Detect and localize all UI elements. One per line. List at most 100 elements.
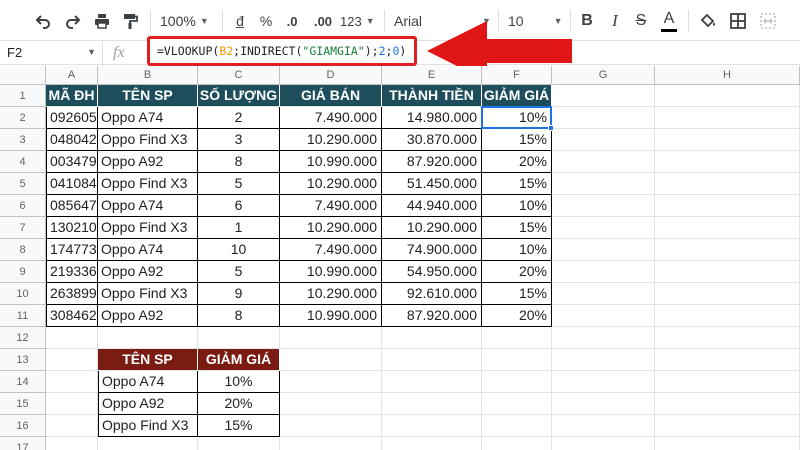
cell[interactable] (552, 393, 655, 415)
cell[interactable] (280, 327, 382, 349)
table-cell[interactable]: 30.870.000 (382, 129, 482, 151)
table-cell[interactable]: 10.290.000 (382, 217, 482, 239)
cell[interactable] (46, 415, 98, 437)
table-cell[interactable]: 003479 (46, 151, 98, 173)
cell[interactable] (552, 327, 655, 349)
cell[interactable] (655, 195, 800, 217)
cell[interactable] (382, 349, 482, 371)
cell[interactable] (482, 327, 552, 349)
cell[interactable] (46, 437, 98, 450)
row-header-1[interactable]: 1 (0, 85, 46, 107)
table-cell[interactable]: 130210 (46, 217, 98, 239)
table-cell[interactable]: 048042 (46, 129, 98, 151)
table-header-cell[interactable]: MÃ ĐH (46, 85, 98, 107)
cell[interactable] (482, 349, 552, 371)
table-cell[interactable]: 1 (198, 217, 280, 239)
cell[interactable] (552, 261, 655, 283)
table-cell[interactable]: 219336 (46, 261, 98, 283)
cell[interactable] (198, 437, 280, 450)
cell[interactable] (655, 415, 800, 437)
table-cell[interactable]: 6 (198, 195, 280, 217)
cell[interactable] (382, 393, 482, 415)
row-header-7[interactable]: 7 (0, 217, 46, 239)
table-cell[interactable]: 44.940.000 (382, 195, 482, 217)
cell[interactable] (98, 327, 198, 349)
table-cell[interactable]: 54.950.000 (382, 261, 482, 283)
cell[interactable] (655, 437, 800, 450)
table-cell[interactable]: Oppo A92 (98, 261, 198, 283)
cell[interactable] (552, 239, 655, 261)
cell[interactable] (46, 349, 98, 371)
cell[interactable] (280, 371, 382, 393)
cell[interactable] (280, 437, 382, 450)
cell[interactable] (280, 349, 382, 371)
cell[interactable] (552, 129, 655, 151)
table-cell[interactable]: 14.980.000 (382, 107, 482, 129)
row-header-2[interactable]: 2 (0, 107, 46, 129)
table-cell[interactable]: 5 (198, 173, 280, 195)
row-header-5[interactable]: 5 (0, 173, 46, 195)
lookup-cell[interactable]: 10% (198, 371, 280, 393)
table-cell[interactable]: 7.490.000 (280, 239, 382, 261)
row-header-8[interactable]: 8 (0, 239, 46, 261)
cell[interactable] (552, 437, 655, 450)
lookup-header-cell[interactable]: GIẢM GIÁ (198, 349, 280, 371)
table-cell[interactable]: 20% (482, 151, 552, 173)
cell[interactable] (655, 151, 800, 173)
cell[interactable] (552, 173, 655, 195)
table-cell[interactable]: 10.990.000 (280, 305, 382, 327)
cell[interactable] (382, 371, 482, 393)
cell[interactable] (382, 415, 482, 437)
cell[interactable] (655, 173, 800, 195)
cell[interactable] (552, 371, 655, 393)
row-header-6[interactable]: 6 (0, 195, 46, 217)
column-header-f[interactable]: F (482, 66, 552, 85)
table-cell[interactable]: 8 (198, 305, 280, 327)
table-cell[interactable]: Oppo A74 (98, 107, 198, 129)
row-header-4[interactable]: 4 (0, 151, 46, 173)
table-cell[interactable]: 15% (482, 173, 552, 195)
table-cell[interactable]: Oppo A92 (98, 305, 198, 327)
cell[interactable] (280, 415, 382, 437)
cell[interactable] (655, 217, 800, 239)
cell[interactable] (655, 129, 800, 151)
cell[interactable] (552, 349, 655, 371)
row-header-3[interactable]: 3 (0, 129, 46, 151)
row-header-16[interactable]: 16 (0, 415, 46, 437)
table-cell[interactable]: 15% (482, 129, 552, 151)
column-header-d[interactable]: D (280, 66, 382, 85)
cell[interactable] (482, 393, 552, 415)
column-header-e[interactable]: E (382, 66, 482, 85)
row-header-13[interactable]: 13 (0, 349, 46, 371)
cell[interactable] (382, 437, 482, 450)
cell[interactable] (552, 85, 655, 107)
cell[interactable] (655, 393, 800, 415)
table-cell[interactable]: 8 (198, 151, 280, 173)
table-cell[interactable]: 74.900.000 (382, 239, 482, 261)
table-cell[interactable]: Oppo Find X3 (98, 173, 198, 195)
cell[interactable] (655, 349, 800, 371)
table-cell[interactable]: 085647 (46, 195, 98, 217)
table-cell[interactable]: Oppo A74 (98, 239, 198, 261)
cell[interactable] (655, 239, 800, 261)
table-cell[interactable]: Oppo Find X3 (98, 283, 198, 305)
column-header-a[interactable]: A (46, 66, 98, 85)
table-cell[interactable]: 92.610.000 (382, 283, 482, 305)
table-cell[interactable]: 7.490.000 (280, 195, 382, 217)
cell[interactable] (552, 195, 655, 217)
row-header-11[interactable]: 11 (0, 305, 46, 327)
table-cell[interactable]: Oppo Find X3 (98, 129, 198, 151)
table-header-cell[interactable]: SỐ LƯỢNG (198, 85, 280, 107)
table-cell[interactable]: 5 (198, 261, 280, 283)
table-cell[interactable]: 263899 (46, 283, 98, 305)
table-cell[interactable]: Oppo A74 (98, 195, 198, 217)
table-cell[interactable]: 10% (482, 195, 552, 217)
row-header-15[interactable]: 15 (0, 393, 46, 415)
lookup-header-cell[interactable]: TÊN SP (98, 349, 198, 371)
lookup-cell[interactable]: Oppo A74 (98, 371, 198, 393)
cell[interactable] (655, 371, 800, 393)
row-header-9[interactable]: 9 (0, 261, 46, 283)
lookup-cell[interactable]: Oppo A92 (98, 393, 198, 415)
table-cell[interactable]: 20% (482, 305, 552, 327)
table-cell[interactable]: Oppo A92 (98, 151, 198, 173)
